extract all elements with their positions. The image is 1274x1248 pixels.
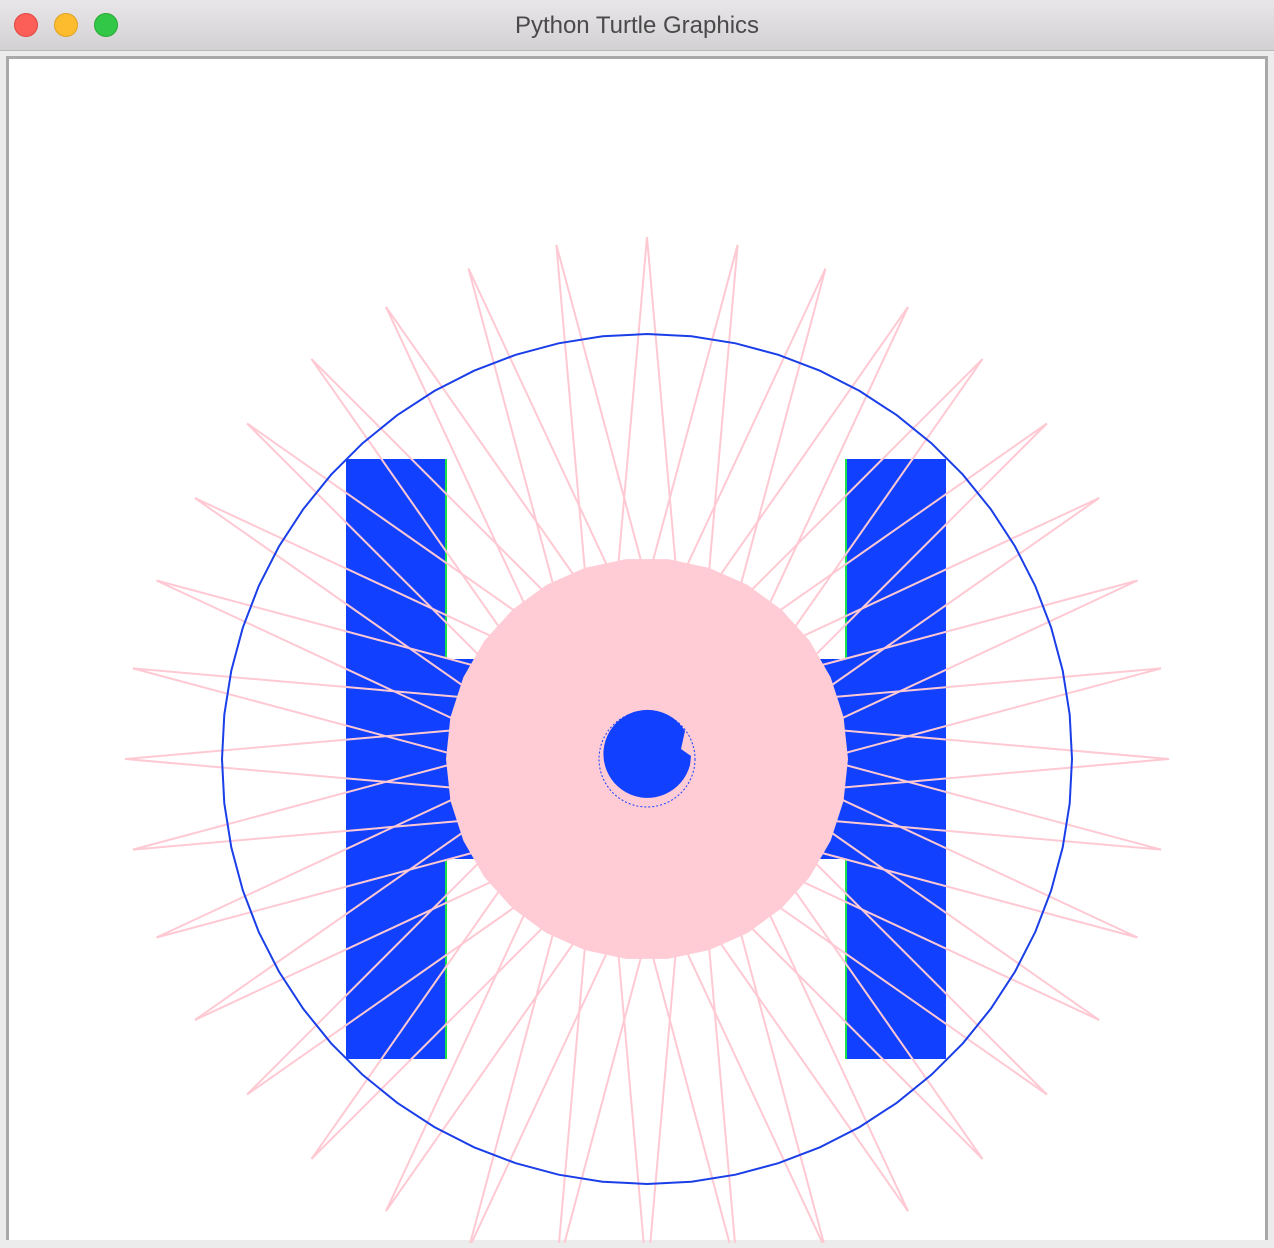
turtle-canvas[interactable] — [6, 56, 1268, 1243]
center-dot-fill — [603, 709, 691, 798]
turtle-window: Python Turtle Graphics — [0, 0, 1274, 1248]
turtle-drawing — [124, 236, 1170, 1243]
title-bar[interactable]: Python Turtle Graphics — [0, 0, 1274, 51]
window-title: Python Turtle Graphics — [514, 12, 760, 39]
